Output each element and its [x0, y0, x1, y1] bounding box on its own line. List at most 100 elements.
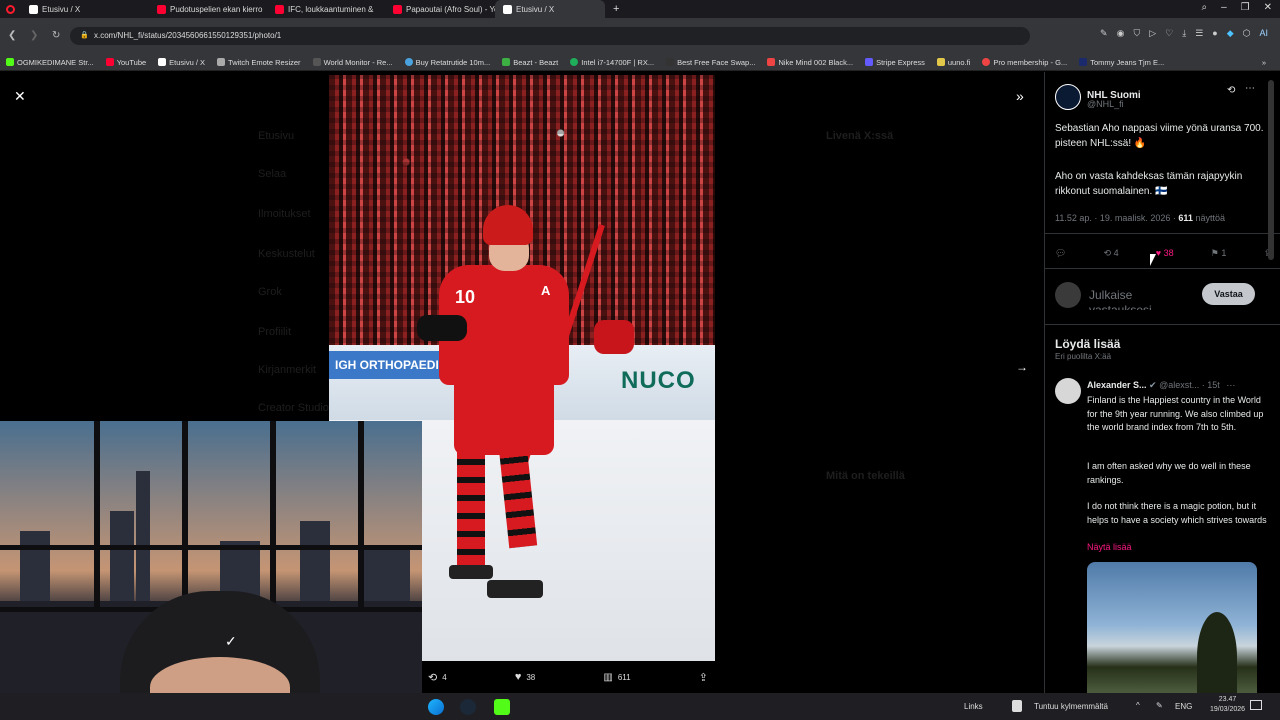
tab-etusivu-x-1[interactable]: Etusivu / X [21, 0, 149, 18]
photo-share-button[interactable]: ⇪ [699, 671, 708, 684]
heart-icon: ♥ [1155, 248, 1162, 258]
youtube-icon [275, 4, 284, 14]
grok-icon[interactable]: ⟲ [1227, 85, 1235, 96]
photo-retweet-button[interactable]: ⟲ 4 [428, 671, 447, 684]
tab-etusivu-x-active[interactable]: Etusivu / X [495, 0, 605, 18]
jersey-number: 10 [455, 287, 476, 307]
links-toolbar[interactable]: Links [964, 702, 983, 711]
show-more-link[interactable]: Näytä lisää [1087, 542, 1132, 552]
kick-icon[interactable] [494, 699, 510, 715]
download-icon[interactable]: ⤓ [1182, 28, 1186, 39]
url-field[interactable]: 🔒 x.com/NHL_fi/status/203456066155012935… [70, 27, 1030, 45]
tweet-timestamp[interactable]: 11.52 ap. · 19. maalisk. 2026 · [1055, 213, 1178, 223]
bookmark-item[interactable]: Etusivu / X [158, 58, 205, 67]
post-paragraph-2: I am often asked why we do well in these… [1087, 461, 1251, 485]
author-handle[interactable]: @NHL_fi [1087, 99, 1124, 109]
bookmark-label: Pro membership - G... [993, 57, 1068, 67]
bookmark-action[interactable]: ⚑ 1 [1211, 248, 1227, 259]
globe-icon [404, 58, 413, 66]
player-glove-left [417, 315, 467, 341]
steam-icon[interactable] [460, 699, 476, 715]
bookmark-item[interactable]: Intel i7-14700F | RX... [570, 58, 654, 67]
webcam-overlay: ✓ [0, 421, 422, 693]
bookmark-item[interactable]: OGMIKEDIMANE Str... [6, 58, 94, 67]
opera-icon[interactable] [6, 4, 15, 14]
more-options-icon[interactable]: ⋯ [1245, 83, 1255, 94]
tray-chevron-icon[interactable]: ^ [1136, 701, 1140, 710]
camera-icon[interactable]: ◉ [1117, 28, 1125, 39]
tray-pen-icon[interactable]: ✎ [1156, 701, 1163, 710]
nhl-avatar[interactable] [1055, 84, 1081, 110]
bookmark-item[interactable]: Best Free Face Swap... [666, 58, 755, 67]
heart-icon[interactable]: ♡ [1165, 28, 1173, 39]
bookmark-item[interactable]: Twitch Emote Resizer [217, 58, 301, 67]
profile-icon[interactable]: ● [1212, 28, 1217, 39]
forward-button[interactable]: ❯ [30, 30, 38, 41]
reply-input[interactable]: Julkaise vastauksesi [1089, 288, 1197, 310]
bookmark-item[interactable]: uuno.fi [936, 58, 970, 67]
bookmark-item[interactable]: YouTube [105, 58, 146, 67]
bookmark-item[interactable]: Pro membership - G... [982, 58, 1067, 67]
extension-icons: ✎ ◉ ⛉ ▷ ♡ ⤓ ☰ ● ◆ ⬡ AI [1100, 28, 1268, 39]
language-indicator[interactable]: ENG [1175, 702, 1192, 711]
page-icon [217, 58, 226, 66]
verified-icon: ✔ [1149, 380, 1157, 390]
bookmark-item[interactable]: Stripe Express [865, 58, 925, 67]
ai-button[interactable]: AI [1259, 28, 1268, 39]
shield-icon[interactable]: ⛉ [1133, 28, 1140, 39]
bookmark-item[interactable]: Beazt - Beazt [502, 58, 558, 67]
more-options-icon[interactable]: ⋯ [1226, 380, 1235, 390]
bookmark-item[interactable]: Buy Retatrutide 10m... [404, 58, 490, 67]
photo-like-button[interactable]: ♥ 38 [515, 671, 535, 683]
maximize-button[interactable]: ❐ [1241, 2, 1250, 13]
retweet-count: 4 [442, 672, 447, 682]
post-author-name[interactable]: Alexander S... [1087, 380, 1147, 390]
edge-icon[interactable] [428, 699, 444, 715]
post-author-handle[interactable]: @alexst... [1159, 380, 1199, 390]
retweet-action[interactable]: ⟲ 4 [1104, 248, 1119, 259]
close-window-button[interactable]: ✕ [1264, 2, 1272, 13]
search-tabs-icon[interactable]: ⌕ [1201, 2, 1207, 13]
new-tab-button[interactable]: + [613, 3, 619, 15]
reply-button[interactable]: Vastaa [1202, 283, 1255, 305]
tab-youtube-2[interactable]: IFC, loukkaantuminen & [267, 0, 385, 18]
weather-widget[interactable]: Tuntuu kylmemmältä [1034, 702, 1108, 711]
alexander-avatar[interactable] [1055, 378, 1081, 404]
arena-ad-text: IGH ORTHOPAEDIC [335, 358, 448, 372]
bookmarks-more-icon[interactable]: » [1262, 58, 1266, 67]
bookmarks-bar: OGMIKEDIMANE Str... YouTube Etusivu / X … [0, 54, 1280, 71]
reply-action[interactable]: 💬︎ [1055, 248, 1066, 259]
like-action[interactable]: ♥ 38 [1156, 248, 1174, 259]
bookmark-item[interactable]: World Monitor - Re... [312, 58, 393, 67]
clock[interactable]: 23.47 19/03/2026 [1210, 695, 1245, 715]
reload-button[interactable]: ↻ [52, 30, 60, 41]
bookmark-count: 1 [1221, 248, 1227, 258]
menu-icon[interactable]: ☰ [1195, 28, 1203, 39]
cube-icon[interactable]: ⬡ [1243, 28, 1251, 39]
bookmark-item[interactable]: Nike Mind 002 Black... [767, 58, 853, 67]
nav-item-explore: Selaa [258, 168, 287, 180]
back-button[interactable]: ❮ [8, 30, 16, 41]
trending-title: Livenä X:ssä [826, 130, 894, 142]
bookmark-label: Tommy Jeans Tjm E... [1090, 57, 1165, 67]
next-image-button[interactable]: → [1016, 360, 1028, 374]
post-image[interactable] [1087, 562, 1257, 693]
photo-views[interactable]: ▥ 611 [603, 672, 630, 683]
expand-panel-button[interactable]: » [1016, 88, 1024, 104]
edit-icon[interactable]: ✎ [1100, 28, 1108, 39]
user-avatar[interactable] [1055, 282, 1081, 308]
notification-icon[interactable] [1250, 700, 1262, 710]
minimize-button[interactable]: – [1221, 2, 1227, 13]
globe-icon [570, 58, 579, 66]
extension-icon[interactable]: ◆ [1227, 28, 1234, 39]
panel-scrollbar[interactable] [1268, 80, 1274, 260]
tab-youtube-1[interactable]: Pudotuspelien ekan kierro [149, 0, 267, 18]
nike-logo: ✓ [225, 633, 237, 649]
tab-youtube-3[interactable]: Papaoutai (Afro Soul) - Yo [385, 0, 495, 18]
bookmark-item[interactable]: Tommy Jeans Tjm E... [1079, 58, 1164, 67]
play-icon[interactable]: ▷ [1149, 28, 1156, 39]
window-frame [182, 421, 188, 611]
close-viewer-button[interactable]: ✕ [14, 88, 26, 105]
nav-item-notifications: Ilmoitukset [258, 208, 311, 220]
like-count: 38 [1163, 248, 1174, 258]
